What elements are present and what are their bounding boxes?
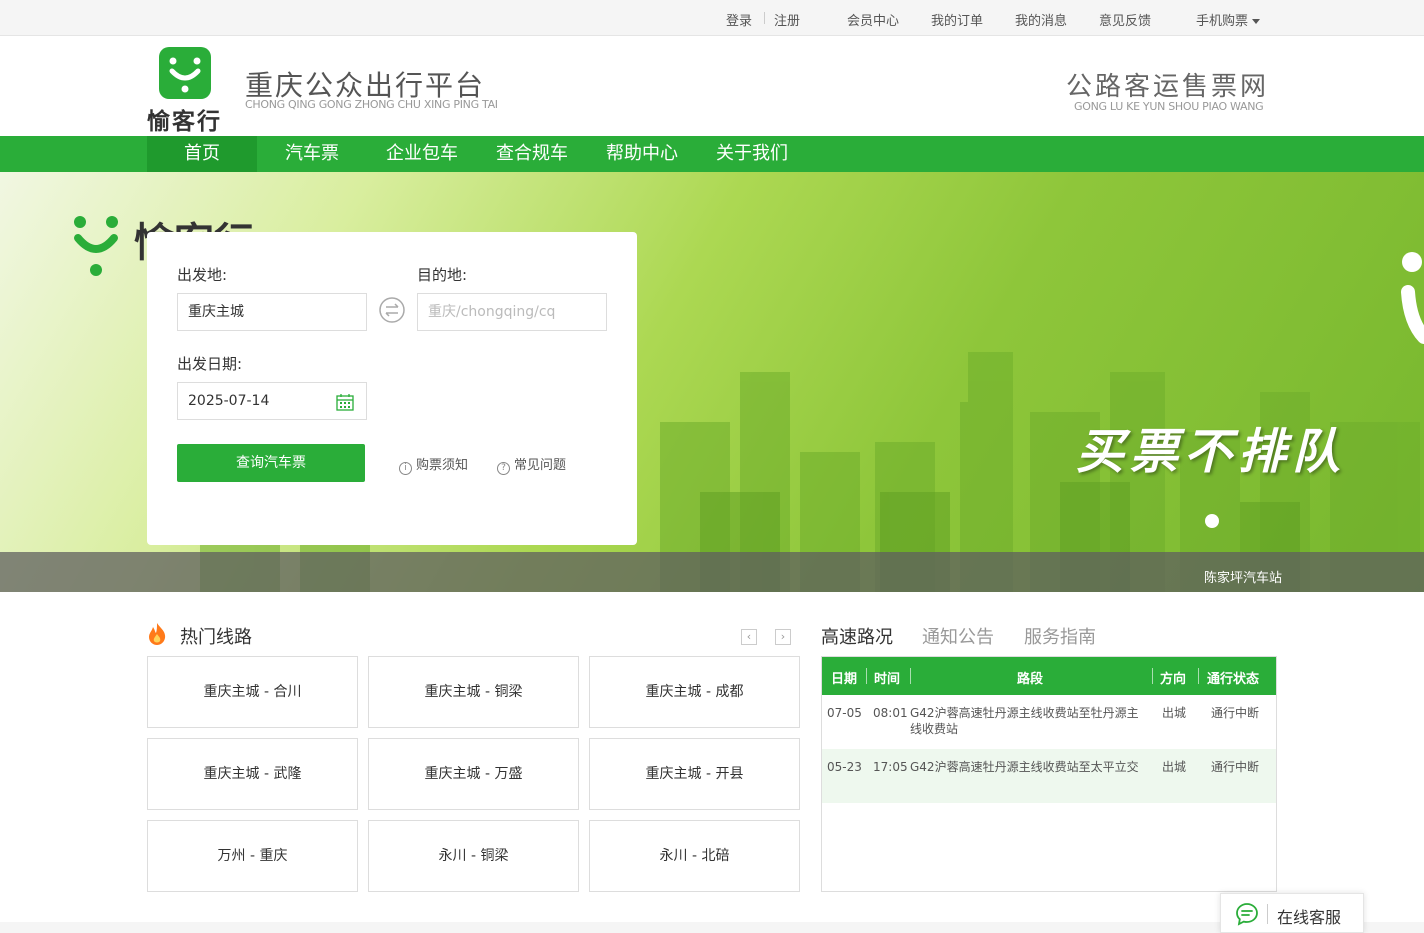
row-status: 通行中断 — [1211, 760, 1260, 774]
main-nav: 首页 汽车票 企业包车 查合规车 帮助中心 关于我们 — [0, 136, 1424, 172]
logo-text: 愉客行 — [147, 109, 222, 135]
header-status: 通行状态 — [1207, 672, 1260, 687]
faq-label: 常见问题 — [514, 458, 567, 473]
route-card[interactable]: 万州 - 重庆 — [147, 820, 358, 892]
route-card[interactable]: 重庆主城 - 开县 — [589, 738, 800, 810]
feedback-link[interactable]: 意见反馈 — [1099, 10, 1151, 29]
header-date: 日期 — [831, 672, 858, 687]
my-messages-link[interactable]: 我的消息 — [1015, 10, 1067, 29]
prev-arrow-icon[interactable]: ‹ — [741, 629, 757, 645]
header-direction: 方向 — [1160, 672, 1187, 687]
tab-announcements[interactable]: 通知公告 — [922, 623, 994, 649]
chat-icon — [1236, 903, 1258, 926]
row-date: 07-05 — [827, 706, 862, 720]
highway-conditions-table: 日期 时间 路段 方向 通行状态 07-05 08:01 G42沪蓉高速牡丹源主… — [821, 656, 1277, 892]
header-time: 时间 — [874, 672, 901, 687]
search-tickets-button[interactable]: 查询汽车票 — [177, 444, 365, 482]
nav-about-us[interactable]: 关于我们 — [697, 136, 807, 172]
ticket-search-card: 出发地: 重庆主城 目的地: 重庆/chongqing/cq 出发日期: 202… — [147, 232, 637, 545]
footer-strip — [0, 922, 1424, 933]
route-card[interactable]: 重庆主城 - 合川 — [147, 656, 358, 728]
date-input[interactable]: 2025-07-14 — [177, 382, 367, 420]
to-label: 目的地: — [417, 266, 468, 284]
hot-routes-title: 热门线路 — [180, 627, 252, 648]
banner-slogan: 买票不排队 — [1076, 424, 1347, 480]
mobile-purchase-dropdown[interactable]: 手机购票 — [1196, 10, 1261, 29]
route-card[interactable]: 重庆主城 - 武隆 — [147, 738, 358, 810]
date-value: 2025-07-14 — [188, 393, 270, 409]
divider — [1152, 668, 1153, 684]
register-link[interactable]: 注册 — [774, 10, 800, 29]
my-orders-link[interactable]: 我的订单 — [931, 10, 983, 29]
login-link[interactable]: 登录 — [726, 10, 752, 29]
row-road: G42沪蓉高速牡丹源主线收费站至牡丹源主线收费站 — [910, 706, 1139, 736]
date-label: 出发日期: — [177, 355, 243, 373]
site-subtitle: CHONG QING GONG ZHONG CHU XING PING TAI — [245, 98, 498, 111]
row-time: 17:05 — [873, 760, 908, 774]
header-road: 路段 — [1017, 672, 1044, 687]
row-status: 通行中断 — [1211, 706, 1260, 720]
row-date: 05-23 — [827, 760, 862, 774]
table-row[interactable]: 05-23 17:05 G42沪蓉高速牡丹源主线收费站至太平立交 出城 通行中断 — [822, 749, 1276, 803]
ticket-site-subtitle: GONG LU KE YUN SHOU PIAO WANG — [1074, 100, 1264, 113]
banner-caption: 陈家坪汽车站 — [1204, 571, 1283, 586]
route-card[interactable]: 重庆主城 - 铜梁 — [368, 656, 579, 728]
row-time: 08:01 — [873, 706, 908, 720]
tab-highway-conditions[interactable]: 高速路况 — [821, 623, 893, 649]
ticket-site-title: 公路客运售票网 — [1066, 72, 1270, 102]
swap-icon[interactable] — [378, 296, 406, 324]
member-center-link[interactable]: 会员中心 — [847, 10, 899, 29]
next-arrow-icon[interactable]: › — [775, 629, 791, 645]
mobile-purchase-label: 手机购票 — [1196, 14, 1249, 29]
route-card[interactable]: 永川 - 北碚 — [589, 820, 800, 892]
route-card[interactable]: 永川 - 铜梁 — [368, 820, 579, 892]
nav-charter[interactable]: 企业包车 — [367, 136, 477, 172]
question-icon: ? — [497, 462, 510, 475]
from-label: 出发地: — [177, 266, 228, 284]
faq-link[interactable]: ? 常见问题 — [497, 454, 566, 475]
purchase-notice-label: 购票须知 — [416, 458, 469, 473]
caret-down-icon — [1252, 19, 1261, 24]
table-header: 日期 时间 路段 方向 通行状态 — [822, 657, 1276, 695]
divider — [1267, 904, 1268, 924]
top-bar: 登录 注册 会员中心 我的订单 我的消息 意见反馈 手机购票 — [0, 0, 1424, 36]
table-row[interactable]: 07-05 08:01 G42沪蓉高速牡丹源主线收费站至牡丹源主线收费站 出城 … — [822, 695, 1276, 749]
row-direction: 出城 — [1162, 760, 1187, 774]
tab-service-guide[interactable]: 服务指南 — [1024, 623, 1096, 649]
calendar-icon[interactable] — [336, 393, 354, 411]
route-card[interactable]: 重庆主城 - 成都 — [589, 656, 800, 728]
carousel-indicator[interactable] — [1205, 514, 1219, 528]
nav-bus-tickets[interactable]: 汽车票 — [257, 136, 367, 172]
online-service-label: 在线客服 — [1277, 908, 1342, 927]
nav-compliant-vehicles[interactable]: 查合规车 — [477, 136, 587, 172]
row-direction: 出城 — [1162, 706, 1187, 720]
divider — [866, 668, 867, 684]
logo-icon[interactable] — [159, 47, 211, 99]
route-card[interactable]: 重庆主城 - 万盛 — [368, 738, 579, 810]
to-input[interactable]: 重庆/chongqing/cq — [417, 293, 607, 331]
divider — [910, 668, 911, 684]
fire-icon — [149, 623, 166, 645]
online-service-button[interactable]: 在线客服 — [1220, 893, 1364, 933]
nav-help-center[interactable]: 帮助中心 — [587, 136, 697, 172]
divider — [1198, 668, 1199, 684]
nav-home[interactable]: 首页 — [147, 136, 257, 172]
from-input[interactable]: 重庆主城 — [177, 293, 367, 331]
site-header: 愉客行 重庆公众出行平台 CHONG QING GONG ZHONG CHU X… — [0, 36, 1424, 136]
info-icon: i — [399, 462, 412, 475]
purchase-notice-link[interactable]: i 购票须知 — [399, 454, 468, 475]
divider — [764, 12, 765, 24]
row-road: G42沪蓉高速牡丹源主线收费站至太平立交 — [910, 760, 1139, 774]
